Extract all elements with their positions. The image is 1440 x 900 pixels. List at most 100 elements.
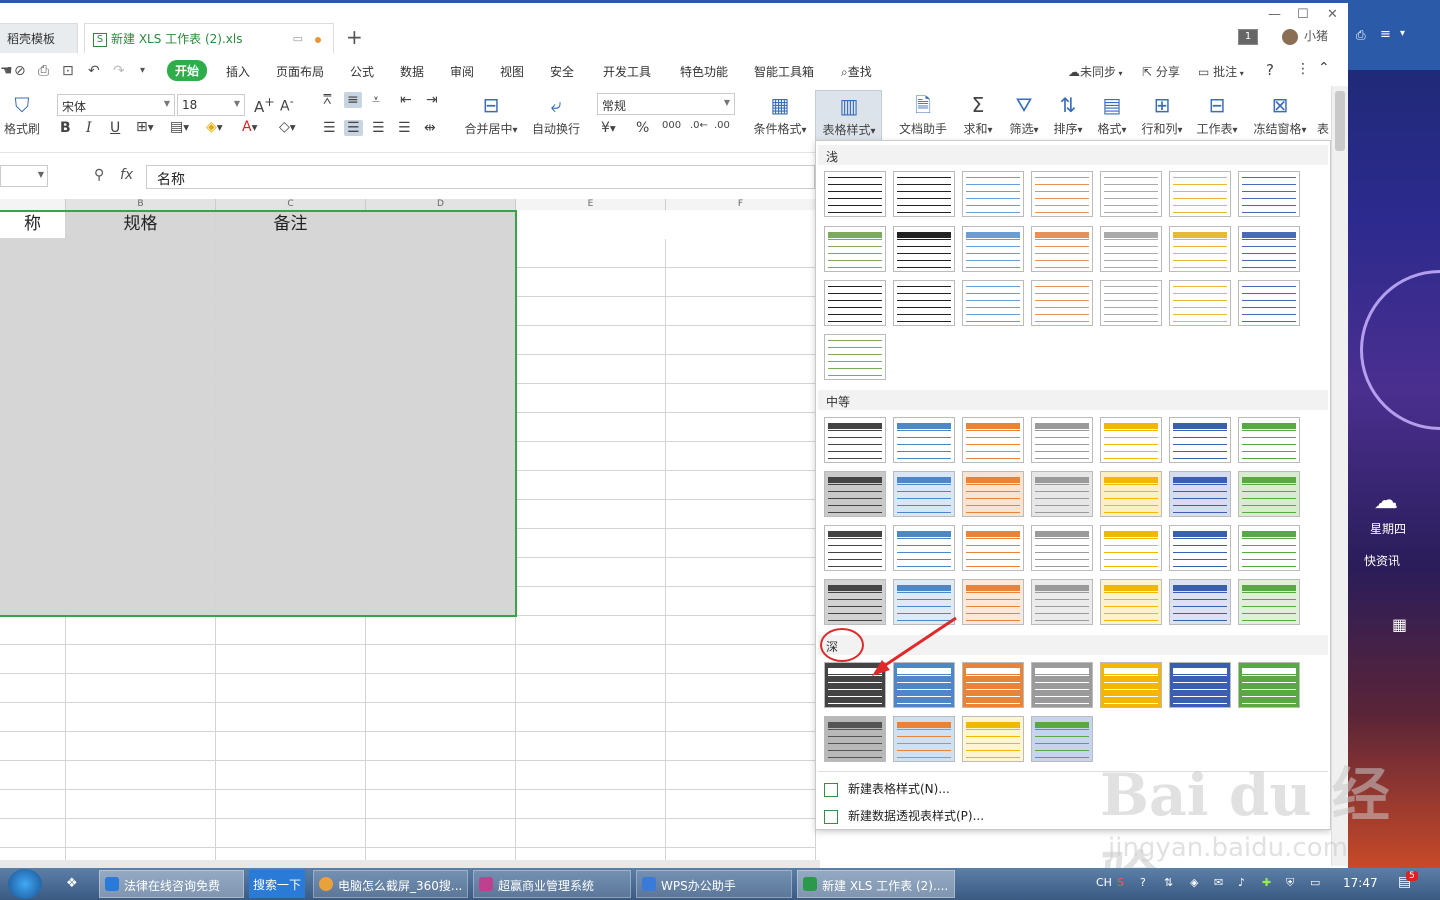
grid-cell[interactable] [666, 297, 816, 326]
eraser-icon[interactable]: ◇▾ [279, 119, 296, 135]
grid-cell[interactable] [516, 674, 666, 703]
wechat-icon[interactable]: ✉ [1214, 876, 1223, 889]
table-style-swatch[interactable] [1238, 662, 1300, 708]
table-style-swatch[interactable] [824, 471, 886, 517]
grid-cell[interactable] [666, 413, 816, 442]
table-style-swatch[interactable] [962, 226, 1024, 272]
filter-button[interactable]: ⛛ 筛选▾ [1004, 94, 1044, 137]
grid-cell[interactable] [516, 297, 666, 326]
more-icon[interactable]: ⋮ [1296, 61, 1310, 77]
menu-view[interactable]: 视图 [500, 63, 524, 80]
name-box[interactable]: ▼ [0, 165, 48, 187]
chevron-down-icon[interactable]: ▾ [1400, 28, 1405, 39]
table-style-swatch[interactable] [893, 171, 955, 217]
grid-cell[interactable] [516, 471, 666, 500]
close-button[interactable]: ✕ [1327, 7, 1338, 22]
grid-cell[interactable] [0, 587, 66, 616]
table-style-swatch[interactable] [1031, 662, 1093, 708]
grid-cell[interactable] [366, 529, 516, 558]
grid-cell[interactable] [366, 761, 516, 790]
grid-cell[interactable] [216, 297, 366, 326]
fill-color-icon[interactable]: ◈▾ [206, 119, 223, 135]
grid-cell[interactable] [516, 848, 666, 860]
grid-cell[interactable] [516, 355, 666, 384]
grid-cell[interactable] [0, 819, 66, 848]
table-more-button[interactable]: 表 [1316, 120, 1330, 137]
table-style-swatch[interactable] [1100, 579, 1162, 625]
fx-icon[interactable]: fx [120, 167, 133, 183]
taskbar-item-legal[interactable]: 法律在线咨询免费 [99, 870, 244, 898]
menu-data[interactable]: 数据 [400, 63, 424, 80]
grid-cell[interactable] [66, 529, 216, 558]
table-style-swatch[interactable] [1169, 280, 1231, 326]
grid-cell[interactable] [216, 326, 366, 355]
table-style-swatch[interactable] [1169, 471, 1231, 517]
tab-docer-templates[interactable]: 稻壳模板 [0, 23, 78, 53]
search-button[interactable]: 搜索一下 [249, 870, 305, 898]
grid-cell[interactable] [666, 732, 816, 761]
comment-button[interactable]: ▭ 批注 ▾ [1198, 63, 1244, 80]
table-style-swatch[interactable] [962, 471, 1024, 517]
format-painter-button[interactable]: ⛉ 格式刷 [2, 94, 42, 137]
grid-cell[interactable] [666, 326, 816, 355]
grid-cell[interactable] [0, 413, 66, 442]
weather-cloud-icon[interactable]: ☁ [1374, 486, 1398, 514]
table-style-swatch[interactable] [962, 171, 1024, 217]
menu-formulas[interactable]: 公式 [350, 63, 374, 80]
sogou-icon[interactable]: S [1117, 876, 1124, 889]
grid-cell[interactable] [0, 442, 66, 471]
grid-cell[interactable] [216, 674, 366, 703]
decrease-font-icon[interactable]: A- [280, 94, 294, 115]
print-preview-icon[interactable]: ⊡ [62, 63, 74, 79]
table-style-swatch[interactable] [893, 280, 955, 326]
table-style-swatch[interactable] [1031, 226, 1093, 272]
column-header-d[interactable]: D [366, 199, 516, 210]
grid-cell[interactable] [0, 558, 66, 587]
table-style-swatch[interactable] [1100, 662, 1162, 708]
grid-cell[interactable] [66, 703, 216, 732]
table-style-swatch[interactable] [1169, 579, 1231, 625]
zoom-icon[interactable]: ⚲ [94, 167, 104, 183]
window-count-badge[interactable]: 1 [1238, 29, 1258, 45]
wrap-text-button[interactable]: ⤶ 自动换行 [530, 94, 582, 137]
menu-smart-toolbox[interactable]: 智能工具箱 [754, 63, 814, 80]
new-pivot-style-item[interactable]: 新建数据透视表样式(P)... [824, 807, 984, 824]
grid-cell[interactable] [0, 790, 66, 819]
table-style-swatch[interactable] [1031, 471, 1093, 517]
grid-cell[interactable] [366, 326, 516, 355]
grid-cell[interactable] [516, 384, 666, 413]
column-header-e[interactable]: E [516, 199, 666, 210]
table-style-swatch[interactable] [824, 525, 886, 571]
header-cell-d[interactable] [366, 210, 516, 239]
grid-cell[interactable] [216, 471, 366, 500]
table-style-swatch[interactable] [824, 334, 886, 380]
table-style-swatch[interactable] [962, 579, 1024, 625]
table-style-swatch[interactable] [1169, 226, 1231, 272]
grid-cell[interactable] [216, 558, 366, 587]
new-tab-button[interactable]: + [346, 25, 363, 49]
grid-cell[interactable] [666, 384, 816, 413]
network-icon[interactable]: ⇅ [1164, 876, 1173, 889]
grid-cell[interactable] [366, 703, 516, 732]
grid-cell[interactable] [666, 587, 816, 616]
grid-cell[interactable] [216, 239, 366, 268]
grid-cell[interactable] [216, 819, 366, 848]
formula-input[interactable]: 名称 [146, 165, 815, 189]
column-header-a[interactable] [0, 199, 66, 210]
sheet-tab-bar[interactable] [0, 860, 820, 868]
grid-cell[interactable] [366, 674, 516, 703]
help-tray-icon[interactable]: ? [1140, 876, 1146, 889]
menu-review[interactable]: 审阅 [450, 63, 474, 80]
grid-cell[interactable] [0, 326, 66, 355]
grid-cell[interactable] [66, 645, 216, 674]
table-style-swatch[interactable] [1031, 525, 1093, 571]
minimize-button[interactable]: — [1268, 7, 1281, 22]
grid-cell[interactable] [366, 413, 516, 442]
find-button[interactable]: ⌕查找 [841, 63, 872, 80]
clock[interactable]: 17:47 [1343, 876, 1378, 890]
table-style-swatch[interactable] [1169, 525, 1231, 571]
table-style-swatch[interactable] [824, 716, 886, 762]
table-style-swatch[interactable] [1031, 417, 1093, 463]
table-style-swatch[interactable] [1100, 525, 1162, 571]
indent-decrease-icon[interactable]: ⇤ [400, 92, 412, 108]
